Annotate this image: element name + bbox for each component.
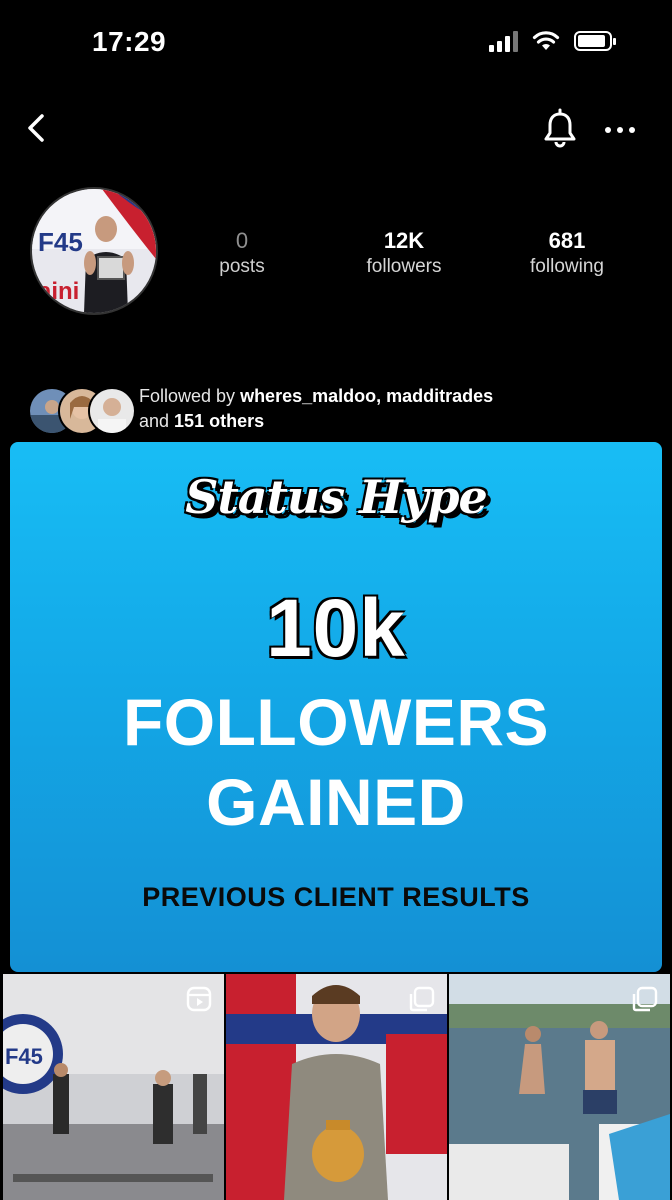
more-icon[interactable] (600, 108, 640, 148)
following-stat[interactable]: 681 following (497, 228, 637, 278)
posts-label: posts (219, 256, 265, 277)
following-label: following (530, 256, 604, 277)
followed-by[interactable]: Followed by wheres_maldoo, madditrades a… (28, 382, 628, 436)
brand-logo-text: Status Hype (185, 470, 488, 524)
status-bar: 17:29 (0, 0, 672, 90)
promo-headline-line1: FOLLOWERS (122, 685, 550, 759)
carousel-icon (632, 986, 658, 1012)
bell-icon[interactable] (540, 108, 580, 150)
followed-by-and: and (139, 411, 175, 431)
followers-label: followers (366, 256, 442, 277)
posts-count: 0 (235, 228, 249, 253)
post-grid: F45 (0, 974, 672, 1200)
followers-stat[interactable]: 12K followers (334, 228, 474, 278)
battery-icon (574, 31, 616, 51)
carousel-icon (409, 986, 435, 1012)
profile-stats: 0 posts 12K followers 681 following (0, 228, 672, 288)
followed-by-text: Followed by wheres_maldoo, madditrades a… (139, 384, 493, 434)
followed-by-others[interactable]: 151 others (174, 411, 264, 431)
cellular-signal-icon (489, 30, 518, 52)
status-time: 17:29 (92, 26, 167, 57)
post-tile-1[interactable]: F45 (3, 974, 224, 1200)
reel-icon (186, 986, 212, 1012)
following-count: 681 (548, 228, 586, 253)
promo-subline: PREVIOUS CLIENT RESULTS (142, 882, 530, 912)
post-tile-3[interactable] (449, 974, 670, 1200)
promo-card: Status Hype 10k FOLLOWERS GAINED PREVIOU… (10, 442, 662, 972)
followed-by-names[interactable]: wheres_maldoo, madditrades (240, 386, 493, 406)
mutual-follower-avatars (28, 387, 136, 435)
followed-by-prefix: Followed by (139, 386, 241, 406)
mutual-avatar-3 (88, 387, 136, 435)
promo-number: 10k (266, 583, 406, 674)
svg-text:F45: F45 (5, 1044, 43, 1069)
post-tile-2[interactable] (226, 974, 447, 1200)
wifi-icon (532, 31, 560, 50)
profile-top-nav (0, 100, 672, 160)
followers-count: 12K (383, 228, 425, 253)
back-icon[interactable] (20, 108, 60, 148)
system-icons (489, 30, 616, 52)
posts-stat[interactable]: 0 posts (172, 228, 312, 278)
promo-headline-line2: GAINED (206, 765, 466, 839)
